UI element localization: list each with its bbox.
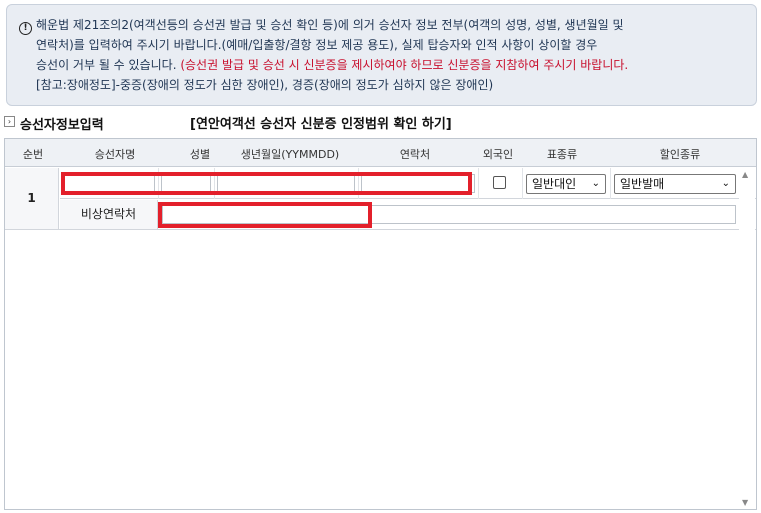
- header-phone: 연락처: [399, 148, 431, 161]
- discount-type-select[interactable]: 일반발매 ⌄: [614, 174, 736, 194]
- header-num: 순번: [22, 148, 44, 161]
- row-number: 1: [5, 168, 59, 229]
- notice-line-1: ! 해운법 제21조의2(여객선등의 승선권 발급 및 승선 확인 등)에 의거 …: [19, 15, 746, 35]
- header-gender: 성별: [189, 148, 211, 161]
- scroll-up-icon[interactable]: ▲: [742, 170, 748, 179]
- foreigner-checkbox[interactable]: [493, 176, 506, 189]
- highlight-box-passenger: [61, 172, 472, 195]
- id-range-link[interactable]: [연안여객선 승선자 신분증 인정범위 확인 하기]: [190, 113, 452, 132]
- notice-warning-red: (승선권 발급 및 승선 시 신분증을 제시하여야 하므로 신분증을 지참하여 …: [180, 58, 629, 72]
- scroll-down-icon[interactable]: ▼: [742, 498, 748, 507]
- emergency-label: 비상연락처: [60, 200, 158, 229]
- header-foreigner: 외국인: [482, 148, 514, 161]
- notice-line-2: 연락처)를 입력하여 주시기 바랍니다.(예매/입출항/결항 정보 제공 용도)…: [36, 38, 598, 52]
- notice-line-3: 승선이 거부 될 수 있습니다. (승선권 발급 및 승선 시 신분증을 제시하…: [36, 58, 629, 72]
- ticket-type-select[interactable]: 일반대인 ⌄: [526, 174, 606, 194]
- highlight-box-emergency: [158, 202, 372, 228]
- header-ticket-type: 표종류: [546, 148, 578, 161]
- header-birth: 생년월일(YYMMDD): [240, 148, 340, 161]
- notice-line-4: [참고:장애정도]-중증(장애의 정도가 심한 장애인), 경증(장애의 정도가…: [36, 78, 494, 92]
- passenger-grid: 순번 승선자명 성별 생년월일(YYMMDD) 연락처 외국인 표종류 할인종류…: [4, 138, 757, 510]
- header-discount-type: 할인종류: [659, 148, 701, 161]
- section-header: › 승선자정보입력 [연안여객선 승선자 신분증 인정범위 확인 하기]: [4, 112, 754, 133]
- chevron-down-icon: ⌄: [591, 178, 600, 189]
- chevron-down-icon: ⌄: [721, 178, 730, 189]
- expand-arrow-icon: ›: [4, 116, 15, 127]
- notice-box: ! 해운법 제21조의2(여객선등의 승선권 발급 및 승선 확인 등)에 의거 …: [6, 4, 757, 106]
- section-title: 승선자정보입력: [20, 118, 104, 133]
- scrollbar[interactable]: ▲ ▼: [739, 168, 755, 509]
- grid-header: 순번 승선자명 성별 생년월일(YYMMDD) 연락처 외국인 표종류 할인종류: [5, 139, 756, 167]
- header-name: 승선자명: [94, 148, 136, 161]
- exclamation-icon: !: [19, 22, 32, 35]
